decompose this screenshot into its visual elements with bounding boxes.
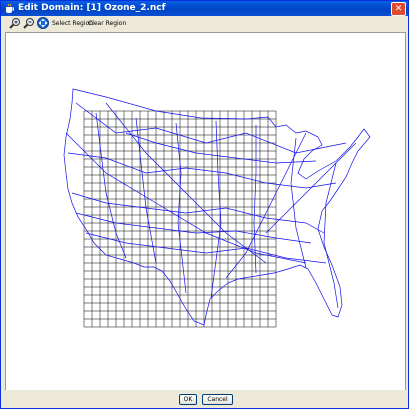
ok-button[interactable]: OK <box>179 394 197 405</box>
java-cup-icon <box>6 3 14 13</box>
zoom-in-icon[interactable] <box>9 17 21 29</box>
zoom-out-icon[interactable] <box>23 17 35 29</box>
edit-domain-dialog: Edit Domain: [1] Ozone_2.ncf ✕ Select Re… <box>0 0 409 409</box>
select-region-button[interactable]: Select Region <box>52 20 93 27</box>
map-canvas[interactable] <box>5 32 406 391</box>
cancel-button[interactable]: Cancel <box>202 394 233 405</box>
window-title: Edit Domain: [1] Ozone_2.ncf <box>18 3 166 13</box>
pan-icon[interactable] <box>37 17 49 29</box>
title-bar[interactable]: Edit Domain: [1] Ozone_2.ncf ✕ <box>1 1 408 16</box>
close-button[interactable]: ✕ <box>391 2 406 16</box>
clear-region-button[interactable]: Clear Region <box>88 20 126 27</box>
map-svg[interactable] <box>6 33 405 390</box>
dialog-footer: OK Cancel <box>1 390 408 408</box>
toolbar: Select Region Clear Region <box>1 16 408 31</box>
